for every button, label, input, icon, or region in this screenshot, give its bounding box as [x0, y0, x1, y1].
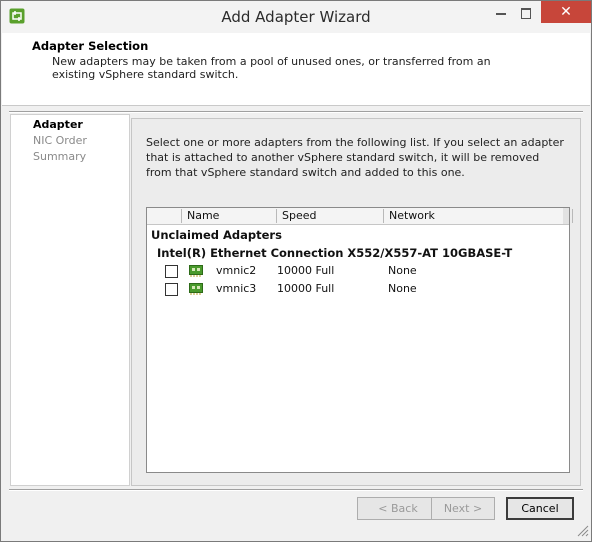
adapter-list[interactable]: Name Speed Network Unclaimed Adapters In… [146, 207, 573, 473]
select-checkbox[interactable] [165, 283, 178, 296]
wizard-header: Adapter Selection New adapters may be ta… [2, 33, 590, 106]
maximize-button[interactable] [511, 1, 541, 25]
back-button[interactable]: < Back [357, 497, 439, 520]
step-adapter[interactable]: Adapter [33, 118, 83, 131]
wizard-window: Add Adapter Wizard ✕ Adapter Selection N… [0, 0, 592, 542]
cancel-button[interactable]: Cancel [506, 497, 574, 520]
page-description: New adapters may be taken from a pool of… [52, 55, 491, 81]
page-title: Adapter Selection [32, 39, 149, 53]
wizard-steps: Adapter NIC Order Summary [10, 114, 130, 486]
adapter-name: vmnic3 [216, 282, 257, 295]
resize-grip-icon[interactable] [575, 523, 589, 537]
column-header-network[interactable]: Network [383, 209, 573, 223]
adapter-network: None [388, 282, 417, 295]
adapter-speed: 10000 Full [277, 264, 335, 277]
divider [9, 489, 583, 491]
group-header: Unclaimed Adapters [151, 228, 282, 242]
content-panel: Select one or more adapters from the fol… [131, 118, 581, 486]
column-header-speed[interactable]: Speed [276, 209, 384, 223]
adapter-model-header: Intel(R) Ethernet Connection X552/X557-A… [157, 246, 513, 260]
select-checkbox[interactable] [165, 265, 178, 278]
table-row[interactable]: vmnic2 10000 Full None [147, 262, 567, 280]
adapter-speed: 10000 Full [277, 282, 335, 295]
column-header-select[interactable] [147, 209, 182, 223]
next-button[interactable]: Next > [431, 497, 495, 520]
divider [9, 111, 583, 113]
network-adapter-icon [189, 283, 203, 295]
network-adapter-icon [189, 265, 203, 277]
header-scroll-corner [563, 208, 569, 224]
table-row[interactable]: vmnic3 10000 Full None [147, 280, 567, 298]
close-button[interactable]: ✕ [541, 1, 591, 23]
list-header: Name Speed Network [147, 208, 573, 225]
adapter-name: vmnic2 [216, 264, 257, 277]
adapter-network: None [388, 264, 417, 277]
step-summary[interactable]: Summary [33, 150, 86, 163]
step-nic-order[interactable]: NIC Order [33, 134, 87, 147]
instructions-text: Select one or more adapters from the fol… [146, 136, 564, 179]
title-bar[interactable]: Add Adapter Wizard ✕ [1, 1, 591, 33]
column-header-name[interactable]: Name [181, 209, 277, 223]
